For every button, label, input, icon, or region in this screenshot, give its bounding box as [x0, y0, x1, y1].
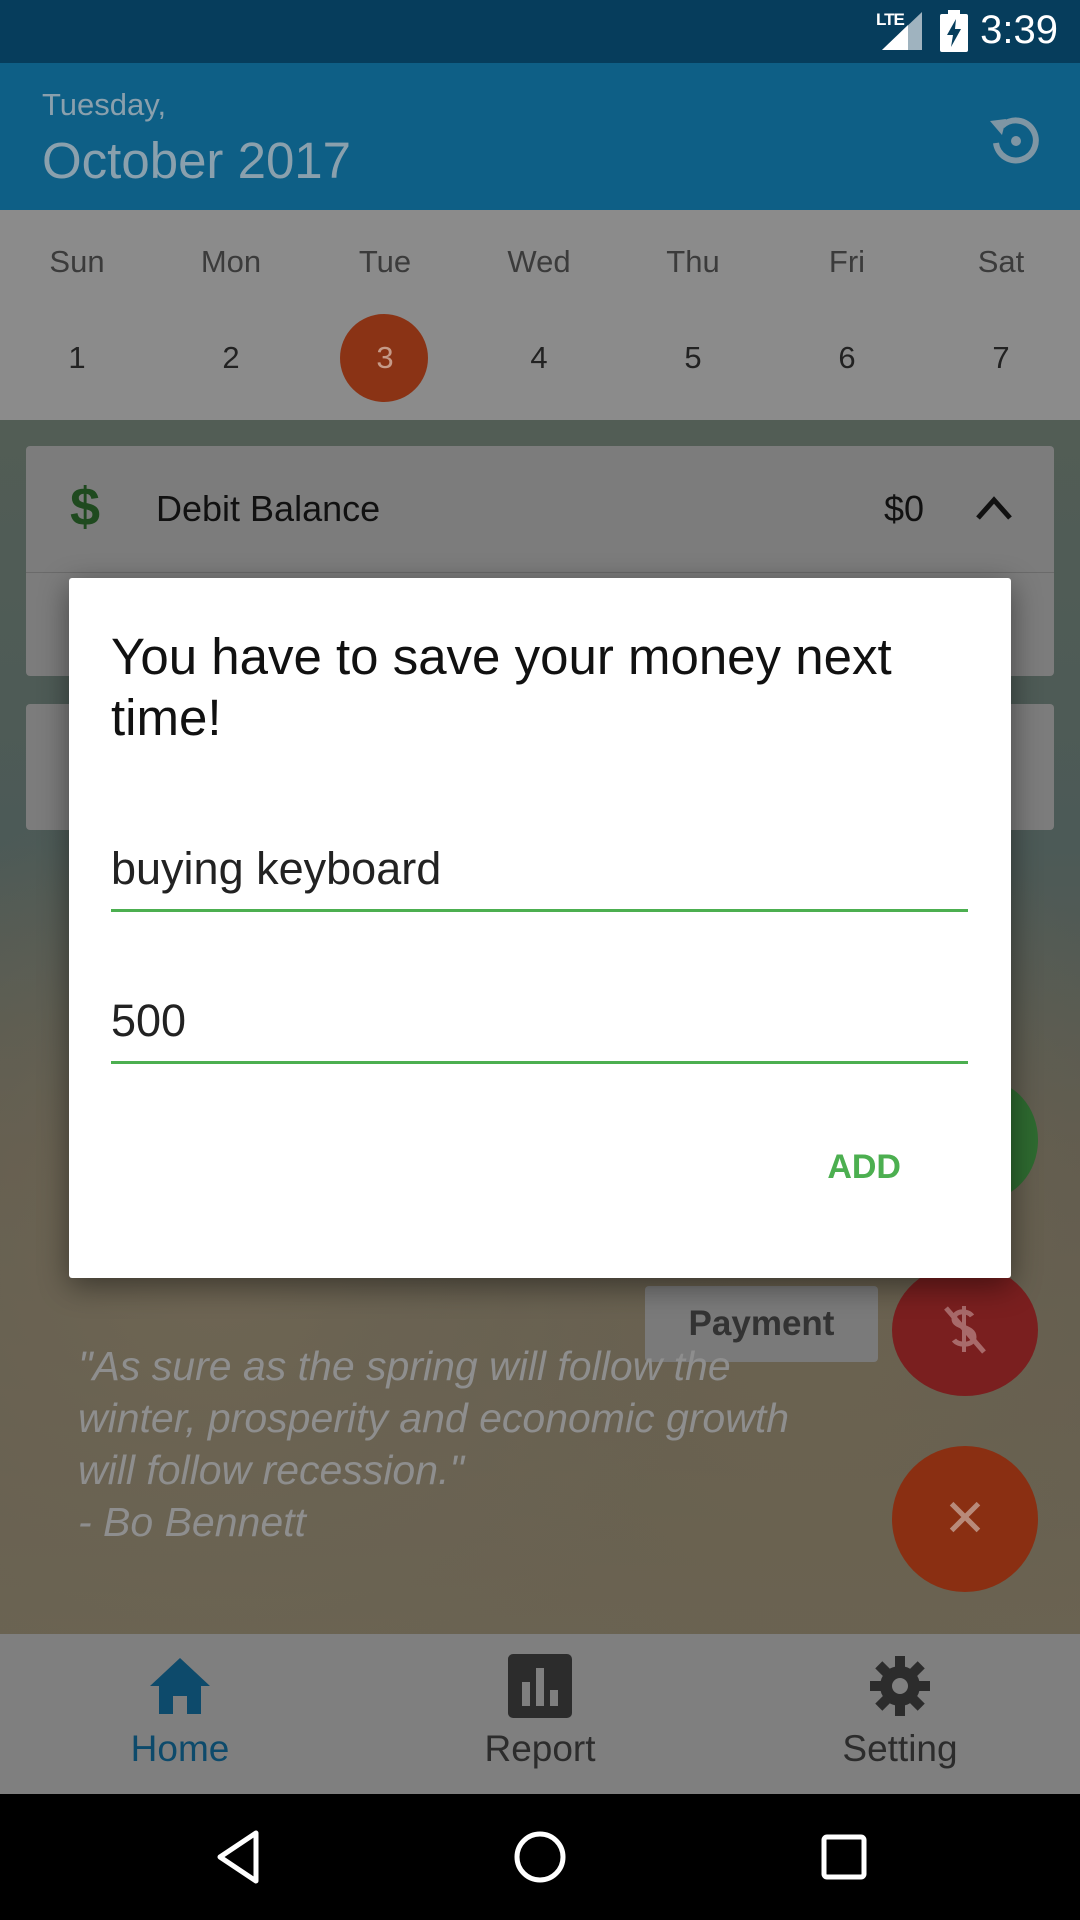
weekday-mon: Mon	[200, 244, 262, 279]
quote-line-2: winter, prosperity and economic growth	[78, 1395, 790, 1441]
nav-home[interactable]: Home	[0, 1634, 360, 1794]
balance-title: Debit Balance	[156, 488, 381, 529]
signal-icon	[882, 12, 922, 50]
close-fab[interactable]: ✕	[892, 1446, 1038, 1592]
date-6[interactable]: 6	[770, 340, 924, 376]
date-7[interactable]: 7	[924, 340, 1078, 376]
balance-amount: $0	[883, 488, 924, 529]
status-bar: LTE 3:39	[0, 0, 1080, 63]
dialog-title: You have to save your money next time!	[111, 628, 892, 746]
close-icon: ✕	[943, 1490, 987, 1548]
gear-icon	[870, 1656, 930, 1716]
recents-icon[interactable]	[814, 1827, 874, 1887]
date-5[interactable]: 5	[616, 340, 770, 376]
back-icon[interactable]	[210, 1827, 270, 1887]
app-header: Tuesday, October 2017	[0, 63, 1080, 210]
week-strip: Sun Mon Tue Wed Thu Fri Sat 1 2 3 4 5 6 …	[0, 210, 1080, 420]
date-4[interactable]: 4	[462, 340, 616, 376]
nav-report-label: Report	[484, 1728, 596, 1769]
home-icon	[150, 1658, 210, 1714]
amount-input[interactable]	[111, 980, 968, 1064]
weekday-wed: Wed	[507, 244, 571, 279]
date-1[interactable]: 1	[0, 340, 154, 376]
home-circle-icon[interactable]	[510, 1827, 570, 1887]
bottom-navigation: Home Report Setting	[0, 1634, 1080, 1794]
card-divider	[26, 572, 1054, 573]
payment-fab[interactable]	[892, 1264, 1038, 1396]
weekday-sat: Sat	[977, 244, 1025, 279]
clock: 3:39	[980, 8, 1058, 52]
quote-line-3: will follow recession."	[78, 1447, 464, 1493]
nav-setting[interactable]: Setting	[720, 1634, 1080, 1794]
add-button[interactable]: ADD	[827, 1148, 901, 1187]
header-month: October 2017	[42, 132, 352, 189]
system-nav-bar	[0, 1794, 1080, 1920]
dollar-icon: $	[70, 477, 101, 537]
bar-chart-icon	[508, 1654, 572, 1718]
chevron-up-icon[interactable]	[974, 492, 1014, 522]
date-3-selected[interactable]: 3	[308, 340, 462, 376]
weekday-sun: Sun	[49, 244, 105, 279]
money-off-icon	[944, 1306, 986, 1354]
header-day: Tuesday,	[42, 87, 167, 122]
history-icon[interactable]	[982, 109, 1046, 173]
nav-setting-label: Setting	[842, 1728, 958, 1769]
quote-line-1: "As sure as the spring will follow the	[78, 1343, 731, 1389]
nav-home-label: Home	[130, 1728, 230, 1769]
weekday-fri: Fri	[828, 244, 866, 279]
date-2[interactable]: 2	[154, 340, 308, 376]
weekday-thu: Thu	[666, 244, 720, 279]
save-money-dialog: You have to save your money next time! A…	[69, 578, 1011, 1278]
description-input[interactable]	[111, 828, 968, 912]
nav-report[interactable]: Report	[360, 1634, 720, 1794]
battery-charging-icon	[940, 10, 968, 52]
quote-author: - Bo Bennett	[78, 1499, 306, 1545]
weekday-tue: Tue	[358, 244, 412, 279]
motivational-quote: "As sure as the spring will follow the w…	[78, 1340, 898, 1548]
